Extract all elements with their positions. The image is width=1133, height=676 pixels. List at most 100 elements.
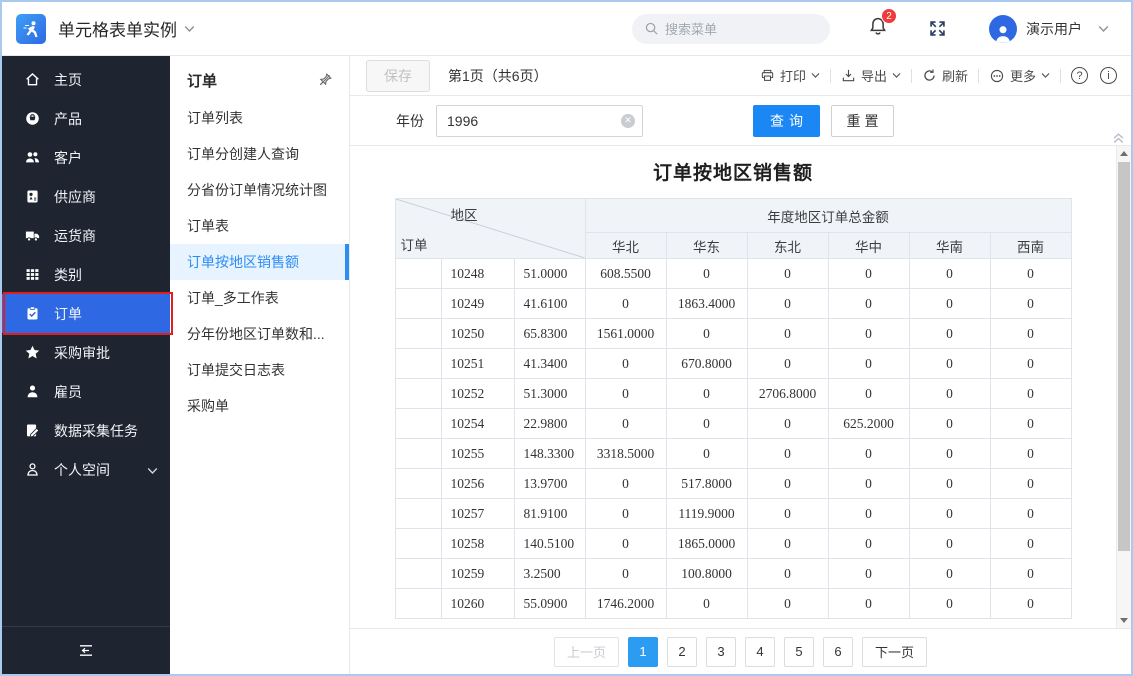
sidebar-item-shippers[interactable]: 运货商: [2, 216, 170, 255]
sidebar-item-orders[interactable]: 订单: [2, 294, 170, 333]
region-value-cell: 608.5500: [585, 259, 666, 289]
pagination-page-3-button[interactable]: 3: [706, 637, 736, 667]
sidebar-item-label: 雇员: [54, 382, 82, 402]
blank-cell: [395, 349, 441, 379]
sidebar-item-customers[interactable]: 客户: [2, 138, 170, 177]
sidebar-item-products[interactable]: 产品: [2, 99, 170, 138]
order-id-cell: 10248: [441, 259, 514, 289]
sidebar-item-suppliers[interactable]: 供应商: [2, 177, 170, 216]
blank-cell: [395, 559, 441, 589]
region-value-cell: 0: [585, 469, 666, 499]
app-title-chevron-down-icon[interactable]: [184, 25, 195, 33]
page-info: 第1页（共6页）: [448, 66, 548, 86]
export-download-icon: [841, 68, 856, 83]
region-value-cell: 0: [666, 409, 747, 439]
pagination-prev-button[interactable]: 上一页: [554, 637, 619, 667]
search-input[interactable]: 搜索菜单: [632, 14, 830, 44]
pagination-page-2-button[interactable]: 2: [667, 637, 697, 667]
freight-cell: 13.9700: [514, 469, 585, 499]
notifications-button[interactable]: 2: [868, 16, 888, 41]
pagination-next-button[interactable]: 下一页: [862, 637, 927, 667]
sidebar-item-label: 客户: [54, 148, 82, 168]
sidebar-item-label: 主页: [54, 70, 82, 90]
report-toolbar: 保存 第1页（共6页） 打印: [350, 56, 1131, 96]
freight-cell: 65.8300: [514, 319, 585, 349]
region-value-cell: 0: [909, 409, 990, 439]
pagination-page-1-button[interactable]: 1: [628, 637, 658, 667]
submenu-item-order-sales-by-region[interactable]: 订单按地区销售额: [170, 244, 349, 280]
region-value-cell: 0: [909, 589, 990, 619]
sidebar-item-purchase-approval[interactable]: 采购审批: [2, 333, 170, 372]
info-button[interactable]: i: [1100, 67, 1117, 84]
shipper-icon: [24, 227, 41, 244]
clear-year-icon[interactable]: ✕: [621, 114, 635, 128]
year-input[interactable]: [436, 105, 643, 137]
save-button[interactable]: 保存: [366, 60, 430, 92]
vertical-scrollbar[interactable]: [1116, 146, 1131, 628]
sidebar-collapse-button[interactable]: [2, 626, 170, 674]
region-value-cell: 0: [990, 259, 1071, 289]
user-chevron-down-icon: [1098, 25, 1109, 33]
freight-cell: 55.0900: [514, 589, 585, 619]
table-row: 10258140.510001865.00000000: [395, 529, 1071, 559]
collapse-filter-chevrons-icon[interactable]: [1112, 131, 1125, 144]
sidebar-item-label: 数据采集任务: [54, 421, 138, 441]
employee-icon: [24, 383, 41, 400]
more-button[interactable]: 更多: [989, 66, 1050, 85]
sidebar-item-employees[interactable]: 雇员: [2, 372, 170, 411]
region-value-cell: 0: [828, 469, 909, 499]
export-button[interactable]: 导出: [841, 66, 901, 85]
reset-button[interactable]: 重置: [831, 105, 894, 137]
region-value-cell: 0: [747, 349, 828, 379]
unpin-icon[interactable]: [317, 72, 333, 88]
region-value-cell: 3318.5000: [585, 439, 666, 469]
sidebar-item-personal-space[interactable]: 个人空间: [2, 450, 170, 489]
region-header: 华东: [666, 233, 747, 259]
order-id-cell: 10258: [441, 529, 514, 559]
app-logo[interactable]: [16, 14, 46, 44]
region-value-cell: 0: [909, 379, 990, 409]
pagination-page-4-button[interactable]: 4: [745, 637, 775, 667]
sidebar-item-data-collection-tasks[interactable]: 数据采集任务: [2, 411, 170, 450]
region-value-cell: 0: [666, 379, 747, 409]
table-row: 1025141.34000670.80000000: [395, 349, 1071, 379]
refresh-icon: [922, 68, 937, 83]
scrollbar-thumb[interactable]: [1118, 162, 1130, 551]
fullscreen-button[interactable]: [928, 19, 947, 38]
submenu-item-order-table[interactable]: 订单表: [170, 208, 349, 244]
freight-cell: 3.2500: [514, 559, 585, 589]
table-row: 102593.25000100.80000000: [395, 559, 1071, 589]
submenu-item-order-multi-sheet[interactable]: 订单_多工作表: [170, 280, 349, 316]
region-value-cell: 0: [747, 289, 828, 319]
region-value-cell: 0: [747, 499, 828, 529]
region-value-cell: 1865.0000: [666, 529, 747, 559]
submenu-item-order-list[interactable]: 订单列表: [170, 100, 349, 136]
submenu-item-purchase-order[interactable]: 采购单: [170, 388, 349, 424]
scrollbar-track[interactable]: [1117, 161, 1131, 613]
pagination-page-5-button[interactable]: 5: [784, 637, 814, 667]
sidebar-item-home[interactable]: 主页: [2, 60, 170, 99]
submenu-item-order-by-creator[interactable]: 订单分创建人查询: [170, 136, 349, 172]
region-header: 东北: [747, 233, 828, 259]
region-value-cell: 1863.4000: [666, 289, 747, 319]
submenu-item-label: 订单提交日志表: [187, 360, 285, 380]
printer-icon: [760, 68, 775, 83]
region-value-cell: 0: [666, 439, 747, 469]
scroll-down-button[interactable]: [1117, 613, 1131, 628]
region-value-cell: 0: [828, 559, 909, 589]
submenu-item-order-submit-log[interactable]: 订单提交日志表: [170, 352, 349, 388]
pagination-page-6-button[interactable]: 6: [823, 637, 853, 667]
scroll-up-button[interactable]: [1117, 146, 1131, 161]
freight-cell: 41.3400: [514, 349, 585, 379]
sidebar-item-categories[interactable]: 类别: [2, 255, 170, 294]
submenu-item-year-region-orders[interactable]: 分年份地区订单数和...: [170, 316, 349, 352]
print-button[interactable]: 打印: [760, 66, 820, 85]
submenu-item-province-order-stats[interactable]: 分省份订单情况统计图: [170, 172, 349, 208]
sidebar-item-label: 个人空间: [54, 460, 110, 480]
refresh-button[interactable]: 刷新: [922, 66, 968, 85]
query-button[interactable]: 查询: [753, 105, 820, 137]
help-button[interactable]: ?: [1071, 67, 1088, 84]
user-menu[interactable]: 演示用户: [989, 15, 1109, 43]
region-value-cell: 0: [585, 529, 666, 559]
freight-cell: 81.9100: [514, 499, 585, 529]
